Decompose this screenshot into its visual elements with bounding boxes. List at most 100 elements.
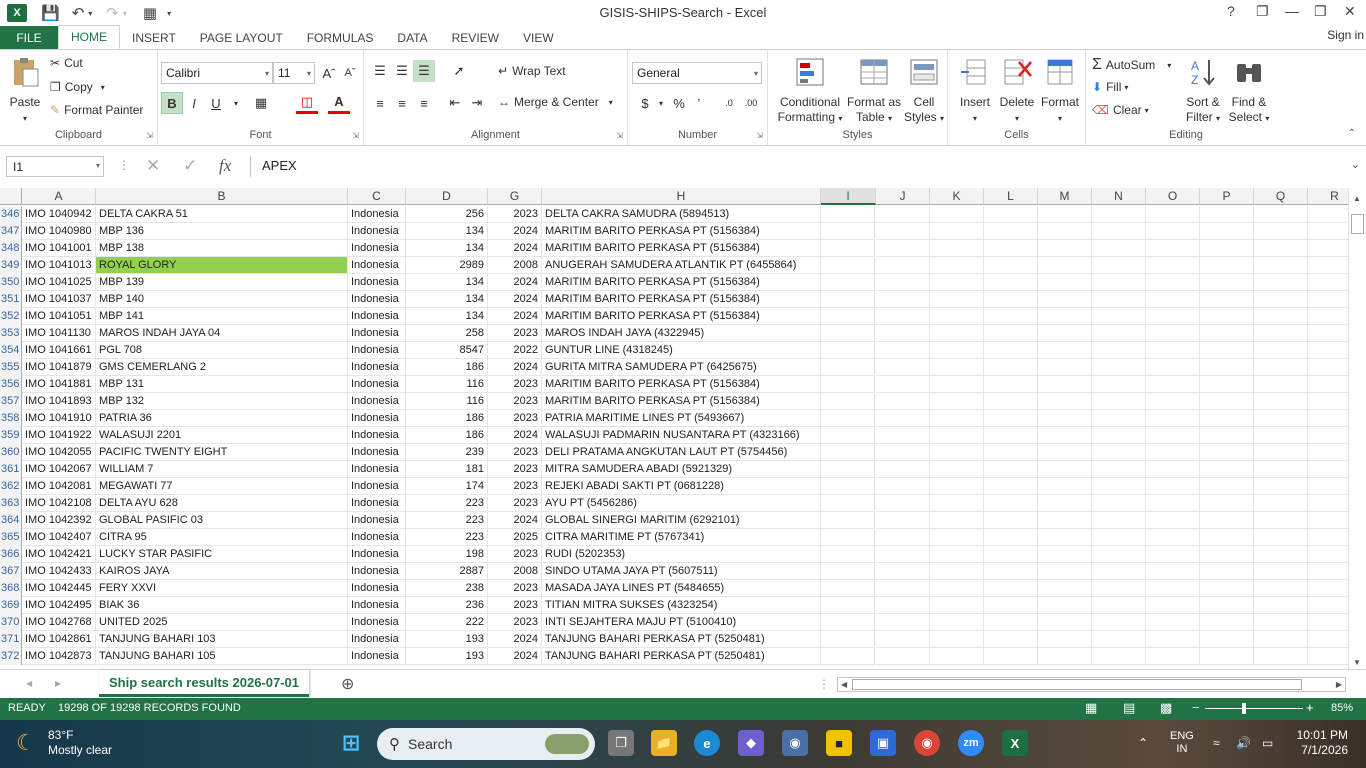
- empty-cell[interactable]: [1308, 240, 1348, 257]
- column-header-k[interactable]: K: [930, 188, 984, 205]
- table-row[interactable]: 357 IMO 1041893 MBP 132 Indonesia 116 2023 MAR…: [0, 393, 1348, 410]
- cell-a[interactable]: IMO 1041130: [22, 325, 96, 342]
- empty-cell[interactable]: [984, 427, 1038, 444]
- form-icon[interactable]: ▦: [143, 4, 157, 22]
- tab-split-grip-icon[interactable]: ⋮: [818, 677, 830, 691]
- format-as-table-button[interactable]: Format as Table ▾: [846, 56, 902, 126]
- cancel-entry-icon[interactable]: ✕: [146, 156, 160, 176]
- cell-c[interactable]: Indonesia: [348, 512, 406, 529]
- empty-cell[interactable]: [1308, 359, 1348, 376]
- cell-c[interactable]: Indonesia: [348, 444, 406, 461]
- empty-cell[interactable]: [1146, 597, 1200, 614]
- paste-button[interactable]: Paste ▾: [6, 56, 44, 126]
- cell-c[interactable]: Indonesia: [348, 495, 406, 512]
- empty-cell[interactable]: [1308, 325, 1348, 342]
- empty-cell[interactable]: [1038, 512, 1092, 529]
- empty-cell[interactable]: [1038, 325, 1092, 342]
- empty-cell[interactable]: [1146, 274, 1200, 291]
- page-break-view-icon[interactable]: ▩: [1160, 700, 1172, 716]
- cell-g[interactable]: 2024: [488, 359, 542, 376]
- row-header[interactable]: 360: [0, 444, 22, 461]
- empty-cell[interactable]: [1146, 206, 1200, 223]
- cell-b[interactable]: PATRIA 36: [96, 410, 348, 427]
- scroll-down-icon[interactable]: ▼: [1353, 658, 1361, 667]
- cell-b[interactable]: LUCKY STAR PASIFIC: [96, 546, 348, 563]
- empty-cell[interactable]: [930, 529, 984, 546]
- empty-cell[interactable]: [984, 325, 1038, 342]
- empty-cell[interactable]: [876, 308, 930, 325]
- empty-cell[interactable]: [1200, 529, 1254, 546]
- empty-cell[interactable]: [1038, 291, 1092, 308]
- cell-h[interactable]: WALASUJI PADMARIN NUSANTARA PT (4323166): [542, 427, 821, 444]
- cell-d[interactable]: 134: [406, 223, 488, 240]
- empty-cell[interactable]: [1092, 291, 1146, 308]
- cell-g[interactable]: 2023: [488, 325, 542, 342]
- empty-cell[interactable]: [1200, 546, 1254, 563]
- cell-h[interactable]: AYU PT (5456286): [542, 495, 821, 512]
- table-row[interactable]: 347 IMO 1040980 MBP 136 Indonesia 134 2024 MAR…: [0, 223, 1348, 240]
- horizontal-scrollbar[interactable]: ◀ ▶: [837, 677, 1346, 692]
- empty-cell[interactable]: [821, 597, 875, 614]
- cell-d[interactable]: 236: [406, 597, 488, 614]
- cell-b[interactable]: WALASUJI 2201: [96, 427, 348, 444]
- conditional-formatting-button[interactable]: Conditional Formatting ▾: [774, 56, 846, 126]
- redo-dropdown-icon[interactable]: ▾: [123, 9, 127, 18]
- zoom-slider-thumb[interactable]: [1242, 703, 1246, 714]
- cell-h[interactable]: GUNTUR LINE (4318245): [542, 342, 821, 359]
- empty-cell[interactable]: [1146, 240, 1200, 257]
- restore-icon[interactable]: ❐: [1314, 3, 1327, 20]
- empty-cell[interactable]: [1254, 580, 1308, 597]
- empty-cell[interactable]: [1146, 512, 1200, 529]
- empty-cell[interactable]: [1308, 648, 1348, 665]
- row-header[interactable]: 352: [0, 308, 22, 325]
- empty-cell[interactable]: [930, 308, 984, 325]
- empty-cell[interactable]: [1308, 597, 1348, 614]
- empty-cell[interactable]: [1092, 597, 1146, 614]
- cell-h[interactable]: MARITIM BARITO PERKASA PT (5156384): [542, 223, 821, 240]
- empty-cell[interactable]: [1038, 393, 1092, 410]
- zoom-level[interactable]: 85%: [1331, 702, 1353, 714]
- empty-cell[interactable]: [1146, 359, 1200, 376]
- table-row[interactable]: 365 IMO 1042407 CITRA 95 Indonesia 223 2025 CI…: [0, 529, 1348, 546]
- sort-filter-button[interactable]: AZ Sort & Filter ▾: [1180, 56, 1226, 126]
- cell-h[interactable]: TANJUNG BAHARI PERKASA PT (5250481): [542, 631, 821, 648]
- empty-cell[interactable]: [1092, 342, 1146, 359]
- empty-cell[interactable]: [984, 257, 1038, 274]
- empty-cell[interactable]: [1092, 631, 1146, 648]
- empty-cell[interactable]: [1092, 563, 1146, 580]
- empty-cell[interactable]: [1308, 427, 1348, 444]
- empty-cell[interactable]: [1038, 308, 1092, 325]
- row-header[interactable]: 367: [0, 563, 22, 580]
- table-row[interactable]: 355 IMO 1041879 GMS CEMERLANG 2 Indonesia 18…: [0, 359, 1348, 376]
- cell-g[interactable]: 2024: [488, 631, 542, 648]
- empty-cell[interactable]: [821, 478, 875, 495]
- tab-review[interactable]: REVIEW: [440, 26, 511, 49]
- empty-cell[interactable]: [1308, 376, 1348, 393]
- cell-a[interactable]: IMO 1041001: [22, 240, 96, 257]
- empty-cell[interactable]: [1038, 223, 1092, 240]
- column-header-p[interactable]: P: [1200, 188, 1254, 205]
- cell-h[interactable]: INTI SEJAHTERA MAJU PT (5100410): [542, 614, 821, 631]
- empty-cell[interactable]: [930, 597, 984, 614]
- empty-cell[interactable]: [876, 325, 930, 342]
- expand-formula-bar-icon[interactable]: ⌄: [1351, 158, 1360, 171]
- empty-cell[interactable]: [1146, 342, 1200, 359]
- cell-b[interactable]: PGL 708: [96, 342, 348, 359]
- table-row[interactable]: 351 IMO 1041037 MBP 140 Indonesia 134 2024 MAR…: [0, 291, 1348, 308]
- empty-cell[interactable]: [1092, 648, 1146, 665]
- table-row[interactable]: 346 IMO 1040942 DELTA CAKRA 51 Indonesia 256…: [0, 206, 1348, 223]
- empty-cell[interactable]: [984, 291, 1038, 308]
- merge-center-button[interactable]: ↔ Merge & Center ▾: [498, 95, 613, 109]
- row-header[interactable]: 354: [0, 342, 22, 359]
- row-header[interactable]: 347: [0, 223, 22, 240]
- cell-h[interactable]: GURITA MITRA SAMUDERA PT (6425675): [542, 359, 821, 376]
- empty-cell[interactable]: [821, 206, 875, 223]
- empty-cell[interactable]: [984, 495, 1038, 512]
- row-header[interactable]: 346: [0, 206, 22, 223]
- empty-cell[interactable]: [876, 614, 930, 631]
- empty-cell[interactable]: [876, 597, 930, 614]
- decrease-decimal-icon[interactable]: .00: [740, 92, 762, 114]
- cell-h[interactable]: MARITIM BARITO PERKASA PT (5156384): [542, 240, 821, 257]
- cell-d[interactable]: 134: [406, 291, 488, 308]
- empty-cell[interactable]: [984, 580, 1038, 597]
